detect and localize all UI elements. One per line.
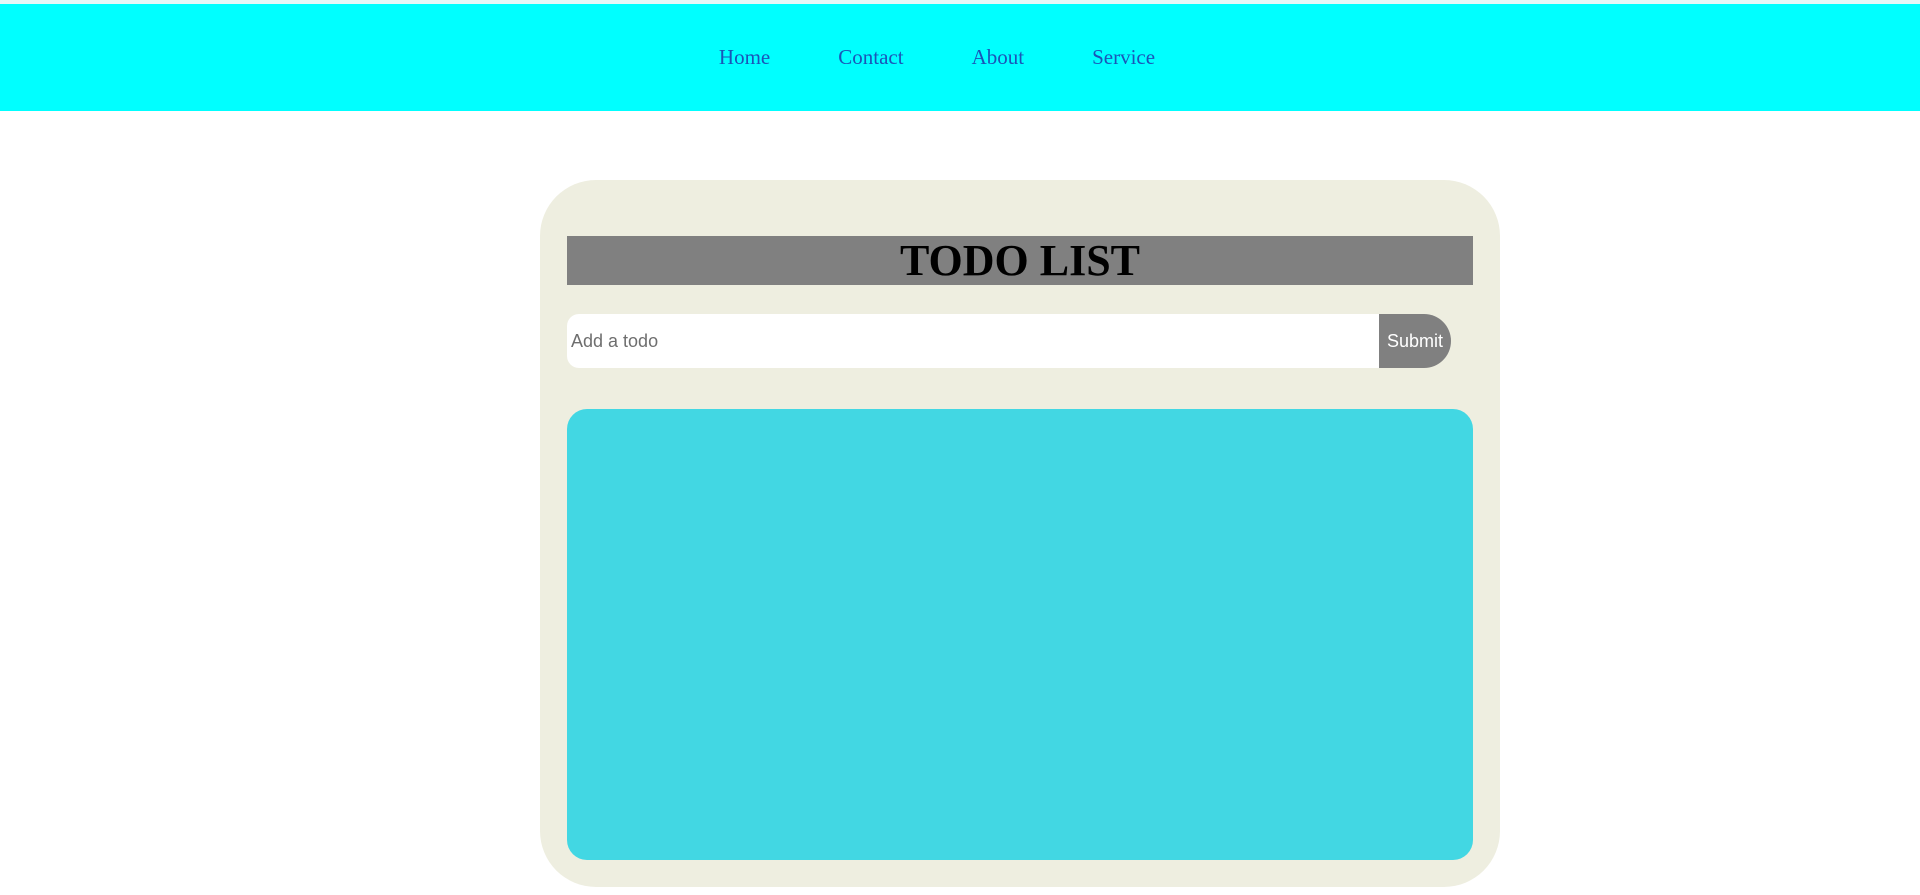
nav-link-service[interactable]: Service [1092, 45, 1155, 69]
nav-item-contact: Contact [838, 45, 903, 69]
todo-input[interactable] [567, 314, 1379, 368]
nav-item-home: Home [719, 45, 770, 69]
todo-list-area [567, 409, 1473, 860]
nav-item-service: Service [1092, 45, 1155, 69]
nav-item-about: About [972, 45, 1025, 69]
navbar: Home Contact About Service [0, 0, 1920, 111]
nav-list: Home Contact About Service [0, 4, 1897, 111]
nav-link-about[interactable]: About [972, 45, 1025, 69]
todo-form: Submit [567, 314, 1451, 368]
todo-card: TODO LIST Submit [540, 180, 1500, 887]
todo-title: TODO LIST [567, 236, 1473, 285]
nav-link-contact[interactable]: Contact [838, 45, 903, 69]
submit-button[interactable]: Submit [1379, 314, 1451, 368]
nav-link-home[interactable]: Home [719, 45, 770, 69]
